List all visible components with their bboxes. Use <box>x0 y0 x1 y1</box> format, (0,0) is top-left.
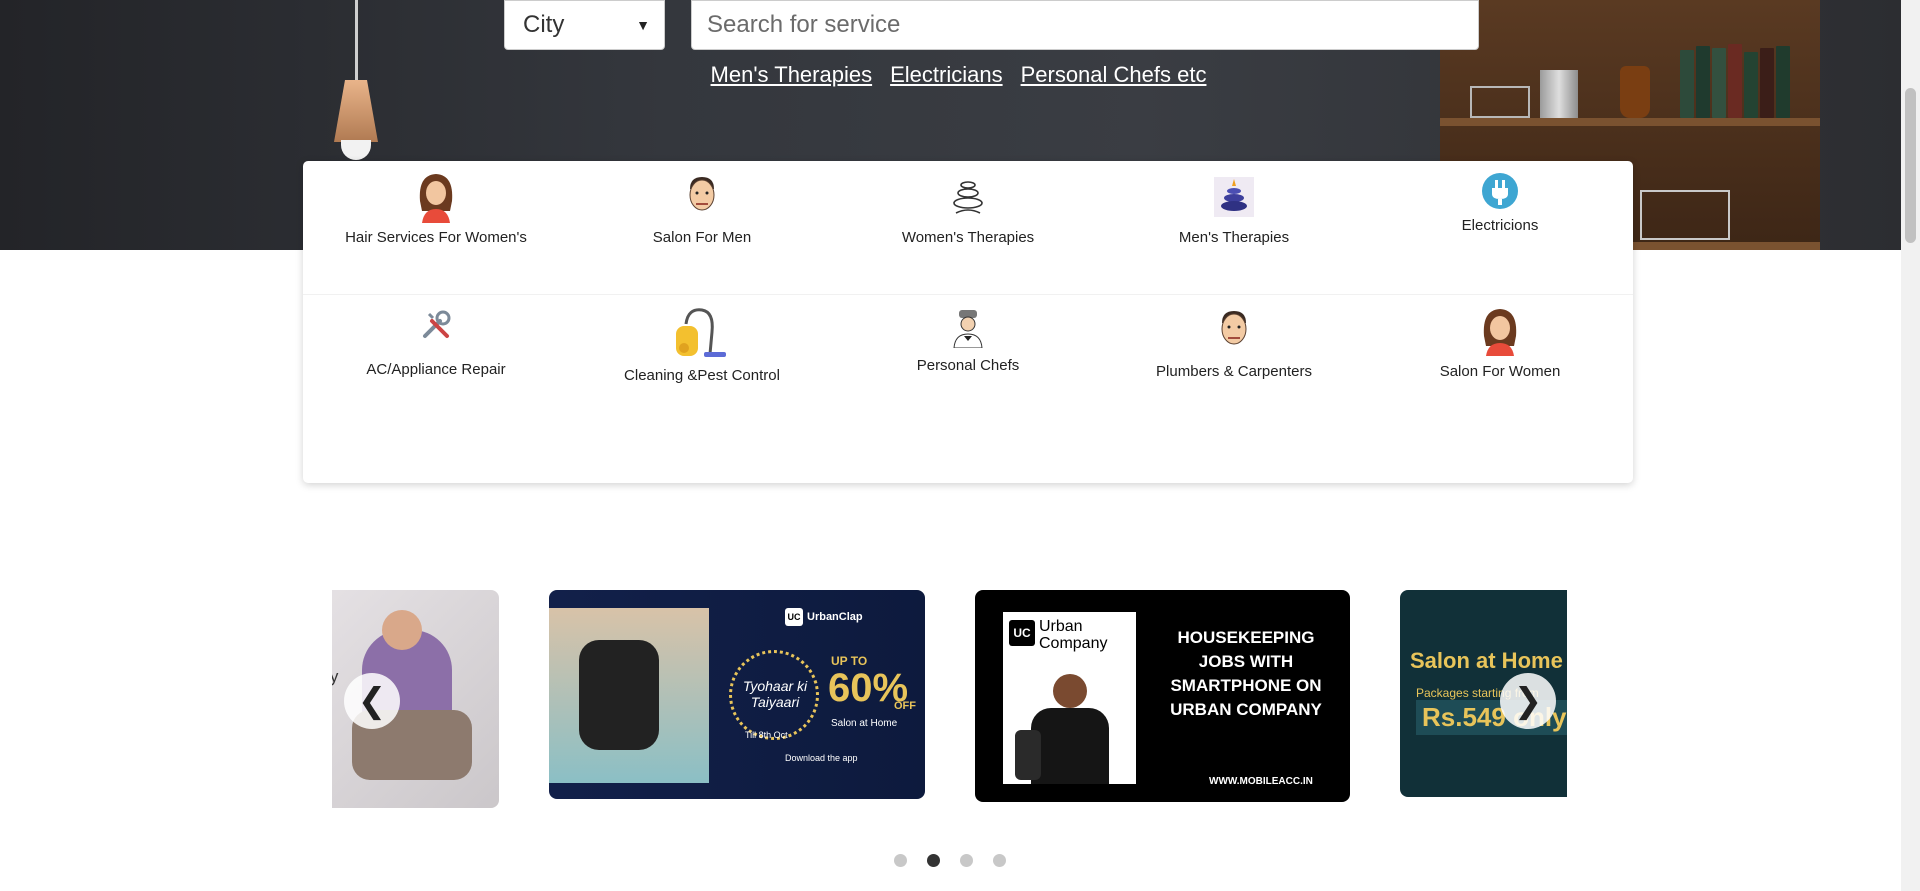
slide2-brand: UrbanClap <box>807 611 863 623</box>
service-womens-therapies[interactable]: Women's Therapies <box>835 171 1101 291</box>
services-row-2: AC/Appliance Repair Cleaning &Pest Contr… <box>303 294 1633 424</box>
scrollbar-thumb[interactable] <box>1905 88 1916 243</box>
slide2-until-text: Till 8th Oct <box>745 730 788 740</box>
service-label: Men's Therapies <box>1178 229 1290 246</box>
service-electricians[interactable]: Electricions <box>1367 171 1633 291</box>
tools-icon <box>412 305 460 345</box>
carousel-dot-2[interactable] <box>927 854 940 867</box>
slide3-headline: HOUSEKEEPING JOBS WITH SMARTPHONE ON URB… <box>1170 628 1322 719</box>
page: City ▼ Men's Therapies Electricians Pers… <box>0 0 1920 891</box>
quick-link-personal-chefs[interactable]: Personal Chefs etc <box>1021 62 1207 88</box>
quick-links: Men's Therapies Electricians Personal Ch… <box>0 62 1901 88</box>
carousel-slide-2[interactable]: Tyohaar ki Taiyaari Till 8th Oct UC Urba… <box>549 590 925 799</box>
electric-plug-icon <box>1476 171 1524 211</box>
woman-salon-icon <box>1476 305 1524 357</box>
carousel-dot-3[interactable] <box>960 854 973 867</box>
service-label: Cleaning &Pest Control <box>624 367 780 384</box>
slide2-festive-text: Tyohaar ki Taiyaari <box>742 678 808 710</box>
slide3-logo: UC <box>1009 620 1035 646</box>
carousel-prev-button[interactable]: ❮ <box>344 673 400 729</box>
woman-avatar-icon <box>412 171 460 223</box>
service-label: Hair Services For Women's <box>345 229 527 246</box>
slide2-logo: UC <box>785 608 803 626</box>
service-label: Women's Therapies <box>901 229 1035 246</box>
page-scrollbar[interactable] <box>1901 0 1920 891</box>
chevron-down-icon: ▼ <box>636 17 650 33</box>
man-avatar-icon <box>678 171 726 223</box>
slide2-cta: Download the app <box>785 753 858 763</box>
slide3-url: WWW.MOBILEACC.IN <box>1209 776 1313 787</box>
chef-icon <box>944 305 992 351</box>
carousel-dot-4[interactable] <box>993 854 1006 867</box>
promo-carousel: ban npany Tyohaar ki Taiyaari Till 8th O… <box>332 590 1567 812</box>
carousel-dots <box>894 854 1006 867</box>
service-label: Salon For Women <box>1439 363 1561 380</box>
worker-avatar-icon <box>1210 305 1258 357</box>
service-label: Personal Chefs <box>916 357 1020 374</box>
service-label: AC/Appliance Repair <box>366 361 506 378</box>
carousel-dot-1[interactable] <box>894 854 907 867</box>
service-salon-men[interactable]: Salon For Men <box>569 171 835 291</box>
service-cleaning[interactable]: Cleaning &Pest Control <box>569 295 835 424</box>
vacuum-cleaner-icon <box>674 305 730 361</box>
slide1-brand-text: ban npany <box>332 667 339 686</box>
slide3-brand: Urban Company <box>1039 618 1108 652</box>
pendant-lamp <box>334 80 378 142</box>
spa-stones-icon <box>944 171 992 223</box>
service-hair-women[interactable]: Hair Services For Women's <box>303 171 569 291</box>
search-input[interactable] <box>691 0 1479 50</box>
service-mens-therapies[interactable]: Men's Therapies <box>1101 171 1367 291</box>
service-personal-chefs[interactable]: Personal Chefs <box>835 295 1101 424</box>
service-label: Salon For Men <box>652 229 752 246</box>
service-plumbers[interactable]: Plumbers & Carpenters <box>1101 295 1367 424</box>
quick-link-electricians[interactable]: Electricians <box>890 62 1002 88</box>
carousel-slide-3[interactable]: UC Urban Company HOUSEKEEPING JOBS WITH … <box>975 590 1350 802</box>
carousel-next-button[interactable]: ❯ <box>1500 673 1556 729</box>
service-label: Electricions <box>1461 217 1539 234</box>
quick-link-mens-therapies[interactable]: Men's Therapies <box>711 62 873 88</box>
service-label: Plumbers & Carpenters <box>1156 363 1312 380</box>
city-select[interactable]: City ▼ <box>504 0 665 50</box>
lamp-bulb <box>341 140 371 160</box>
slide4-title: Salon at Home <box>1410 648 1563 673</box>
massage-stones-icon <box>1210 171 1258 223</box>
services-row-1: Hair Services For Women's Salon For Men … <box>303 171 1633 291</box>
service-ac-repair[interactable]: AC/Appliance Repair <box>303 295 569 424</box>
service-salon-women[interactable]: Salon For Women <box>1367 295 1633 424</box>
chevron-left-icon: ❮ <box>357 682 387 720</box>
slide2-service: Salon at Home <box>831 718 898 729</box>
slide2-off: OFF <box>894 700 916 712</box>
services-card: Hair Services For Women's Salon For Men … <box>303 161 1633 483</box>
city-select-value: City <box>523 11 565 38</box>
chevron-right-icon: ❯ <box>1513 682 1543 720</box>
